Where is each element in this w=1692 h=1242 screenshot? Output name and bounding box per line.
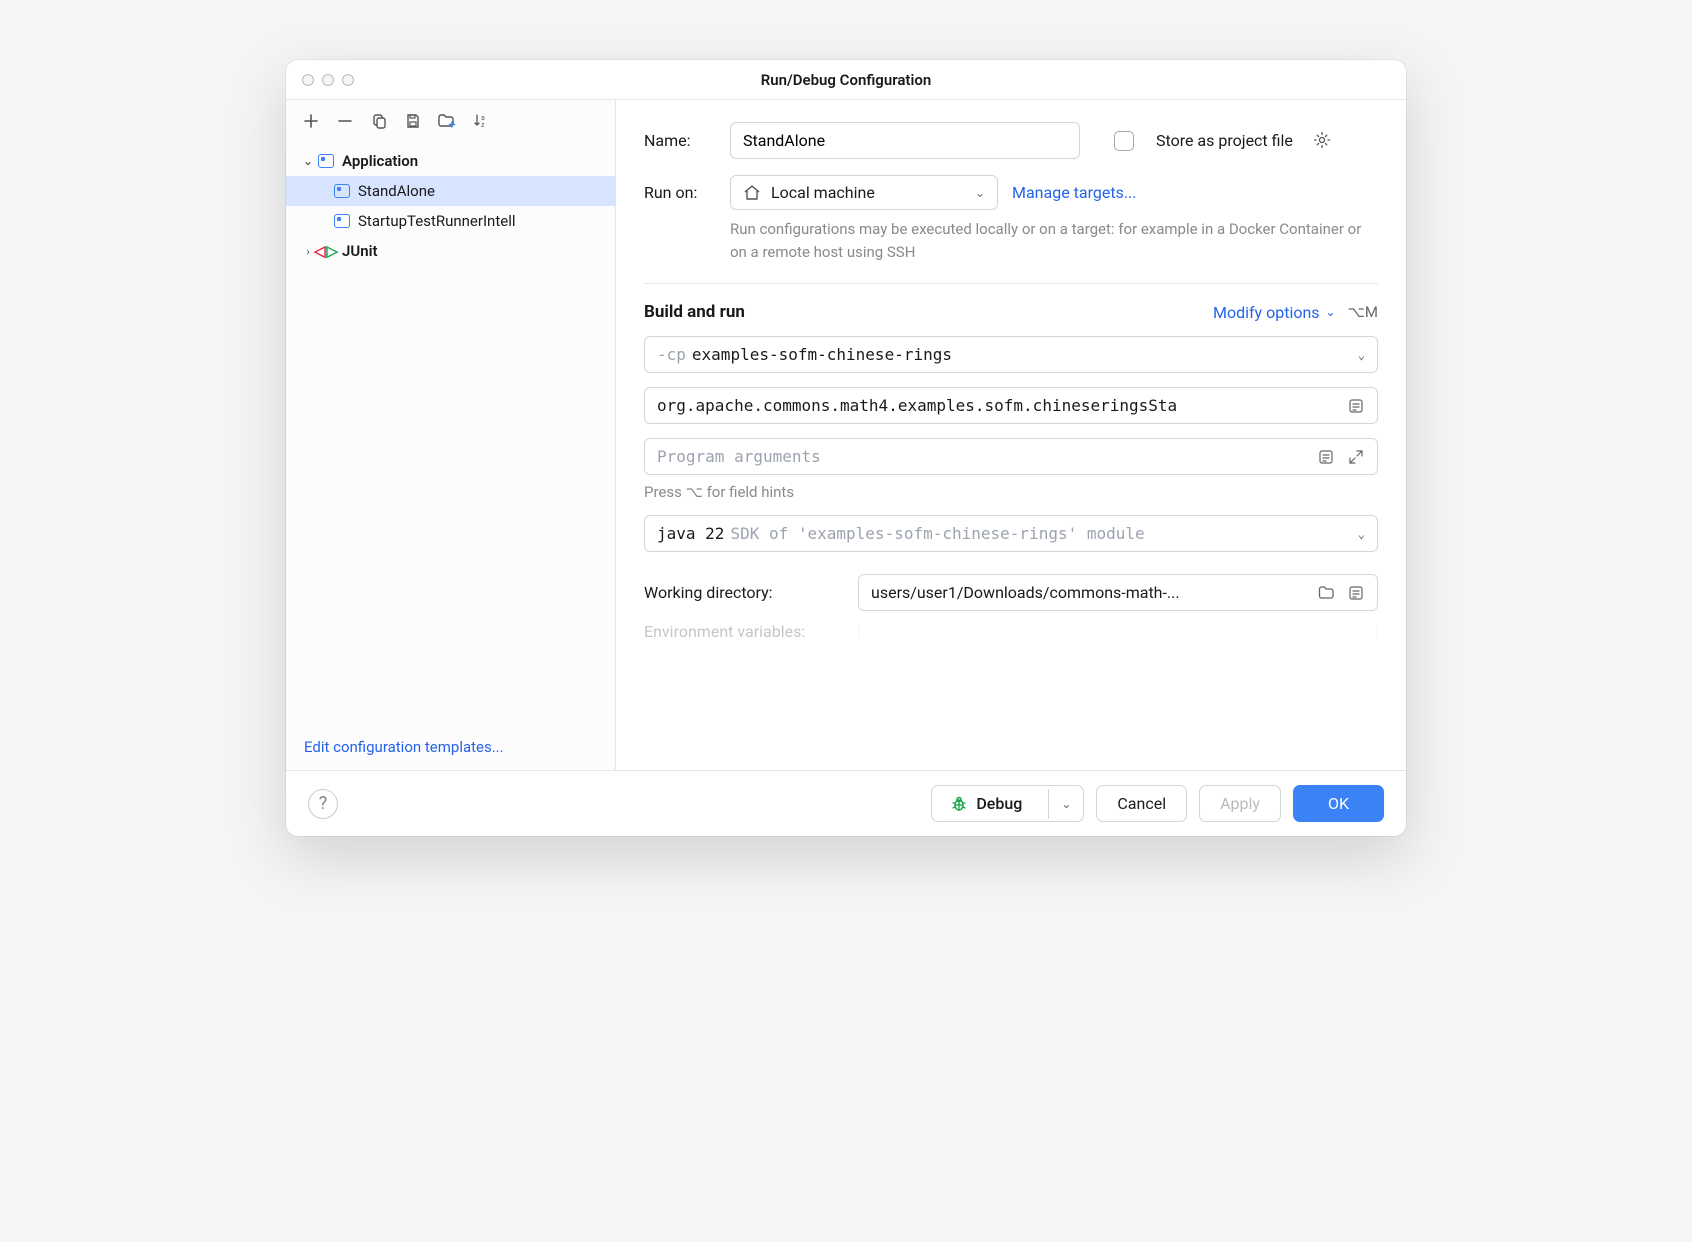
working-directory-value: users/user1/Downloads/commons-math-...: [871, 583, 1311, 602]
chevron-down-icon: ⌄: [300, 155, 316, 168]
apply-label: Apply: [1220, 794, 1260, 813]
chevron-down-icon: ⌄: [975, 186, 985, 200]
debug-button[interactable]: Debug: [932, 786, 1040, 821]
folder-browse-icon[interactable]: [1317, 584, 1335, 602]
program-arguments-field[interactable]: Program arguments: [644, 438, 1378, 475]
zoom-window-button[interactable]: [342, 74, 354, 86]
classpath-module-select[interactable]: -cp examples-sofm-chinese-rings ⌄: [644, 336, 1378, 373]
chevron-down-icon: ⌄: [1326, 305, 1336, 319]
list-browse-icon[interactable]: [1347, 397, 1365, 415]
svg-text:z: z: [481, 121, 485, 129]
home-icon: [743, 184, 761, 202]
tree-node-application[interactable]: ⌄ Application: [286, 146, 615, 176]
junit-type-icon: ◁▷: [316, 242, 336, 260]
tree-item-label: StandAlone: [358, 182, 435, 200]
apply-button[interactable]: Apply: [1199, 785, 1281, 822]
dialog-footer: ? Debug ⌄ Cancel Apply OK: [286, 770, 1406, 836]
window-controls: [302, 74, 354, 86]
sidebar-toolbar: az: [286, 100, 615, 142]
section-divider: [644, 283, 1378, 284]
config-form: Name: Store as project file Run on: Loca…: [616, 100, 1406, 770]
application-config-icon: [332, 184, 352, 198]
list-browse-icon[interactable]: [1347, 584, 1365, 602]
main-class-value: org.apache.commons.math4.examples.sofm.c…: [657, 396, 1341, 415]
jre-prefix: java 22: [657, 524, 724, 543]
bug-icon: [950, 795, 968, 813]
close-window-button[interactable]: [302, 74, 314, 86]
jre-suffix: SDK of 'examples-sofm-chinese-rings' mod…: [730, 524, 1144, 543]
env-variables-label: Environment variables:: [644, 625, 844, 637]
debug-dropdown-button[interactable]: ⌄: [1048, 789, 1083, 819]
env-variables-field[interactable]: [858, 625, 1378, 637]
cancel-label: Cancel: [1117, 794, 1166, 813]
cp-prefix: -cp: [657, 345, 686, 364]
run-on-select[interactable]: Local machine ⌄: [730, 175, 998, 210]
store-settings-gear-icon[interactable]: [1313, 131, 1333, 151]
chevron-down-icon: ⌄: [1358, 527, 1365, 541]
store-as-project-file-checkbox[interactable]: [1114, 131, 1134, 151]
main-class-field[interactable]: org.apache.commons.math4.examples.sofm.c…: [644, 387, 1378, 424]
tree-item-label: StartupTestRunnerIntell: [358, 212, 516, 230]
tree-node-label: JUnit: [342, 242, 378, 260]
ok-label: OK: [1328, 794, 1349, 813]
titlebar: Run/Debug Configuration: [286, 60, 1406, 100]
help-button[interactable]: ?: [308, 789, 338, 819]
dialog-title: Run/Debug Configuration: [761, 71, 931, 89]
jre-select[interactable]: java 22 SDK of 'examples-sofm-chinese-ri…: [644, 515, 1378, 552]
application-config-icon: [332, 214, 352, 228]
expand-icon[interactable]: [1347, 448, 1365, 466]
configurations-sidebar: az ⌄ Application StandAlone StartupTestR…: [286, 100, 616, 770]
manage-targets-link[interactable]: Manage targets...: [1012, 183, 1136, 202]
modify-options-shortcut: ⌥M: [1348, 303, 1378, 321]
ok-button[interactable]: OK: [1293, 785, 1384, 822]
name-label: Name:: [644, 131, 716, 150]
run-on-label: Run on:: [644, 183, 716, 202]
tree-item-standalone[interactable]: StandAlone: [286, 176, 615, 206]
working-directory-label: Working directory:: [644, 583, 844, 602]
run-on-hint: Run configurations may be executed local…: [730, 218, 1378, 263]
cancel-button[interactable]: Cancel: [1096, 785, 1187, 822]
build-and-run-heading: Build and run: [644, 302, 745, 322]
sort-configs-button[interactable]: az: [472, 112, 490, 130]
list-browse-icon[interactable]: [1317, 448, 1335, 466]
cp-value: examples-sofm-chinese-rings: [692, 345, 952, 364]
edit-templates-link[interactable]: Edit configuration templates...: [286, 724, 615, 770]
run-on-value: Local machine: [771, 183, 875, 202]
program-args-hint: Press ⌥ for field hints: [644, 483, 1378, 501]
save-config-button[interactable]: [404, 112, 422, 130]
modify-options-label: Modify options: [1213, 303, 1320, 322]
tree-node-label: Application: [342, 152, 418, 170]
tree-item-startup-test-runner[interactable]: StartupTestRunnerIntell: [286, 206, 615, 236]
remove-config-button[interactable]: [336, 112, 354, 130]
store-as-project-file-label: Store as project file: [1156, 131, 1293, 150]
modify-options-button[interactable]: Modify options ⌄: [1213, 303, 1336, 322]
program-args-placeholder: Program arguments: [657, 447, 1311, 466]
working-directory-field[interactable]: users/user1/Downloads/commons-math-...: [858, 574, 1378, 611]
application-type-icon: [316, 154, 336, 168]
name-input[interactable]: [730, 122, 1080, 159]
copy-config-button[interactable]: [370, 112, 388, 130]
add-config-button[interactable]: [302, 112, 320, 130]
minimize-window-button[interactable]: [322, 74, 334, 86]
chevron-down-icon: ⌄: [1358, 348, 1365, 362]
config-tree: ⌄ Application StandAlone StartupTestRunn…: [286, 142, 615, 724]
new-folder-button[interactable]: [438, 112, 456, 130]
debug-label: Debug: [976, 794, 1022, 813]
tree-node-junit[interactable]: › ◁▷ JUnit: [286, 236, 615, 266]
run-debug-config-dialog: Run/Debug Configuration: [286, 60, 1406, 836]
debug-split-button[interactable]: Debug ⌄: [931, 785, 1084, 822]
